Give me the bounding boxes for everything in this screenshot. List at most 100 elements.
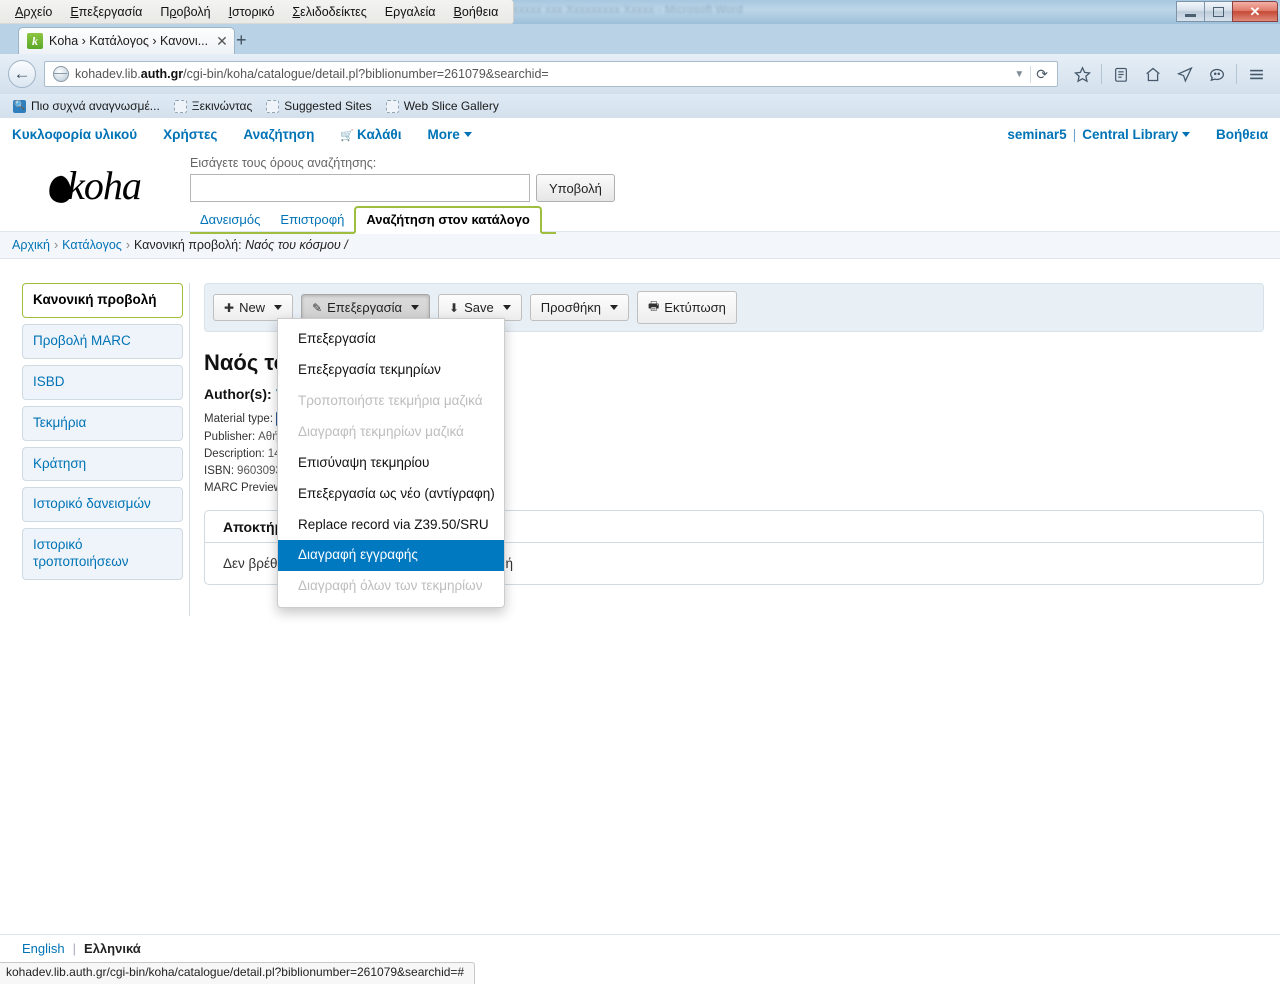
menu-replace-record-z3950[interactable]: Replace record via Z39.50/SRU (278, 510, 504, 541)
sidebar-item-holds[interactable]: Κράτηση (22, 446, 183, 482)
breadcrumb: Αρχική › Κατάλογος › Κανονική προβολή: Ναός … (0, 231, 1280, 259)
bookmark-most-visited[interactable]: Πιο συχνά αναγνωσμέ... (6, 99, 167, 113)
language-footer: English | Ελληνικά (0, 934, 1280, 962)
tab-checkout[interactable]: Δανεισμός (190, 208, 270, 232)
cart-icon: 🛒 (340, 129, 355, 142)
search-input[interactable] (190, 174, 530, 202)
bookmark-icon (266, 99, 280, 113)
new-button[interactable]: ✚ New (213, 294, 294, 321)
sidebar-item-checkout-history[interactable]: Ιστορικό δανεισμών (22, 487, 183, 523)
chevron-down-icon (274, 305, 283, 310)
menu-delete-record[interactable]: Διαγραφή εγγραφής (278, 540, 504, 572)
bookmark-getting-started[interactable]: Ξεκινώντας (167, 99, 259, 113)
edit-dropdown-menu: Επεξεργασία Επεξεργασία τεκμηρίων Τροποπ… (277, 318, 505, 609)
chevron-down-icon (411, 305, 420, 310)
tab-title: Koha › Κατάλογος › Κανονι... (49, 34, 209, 48)
tab-checkin[interactable]: Επιστροφή (270, 208, 354, 232)
menu-item-history[interactable]: Ιστορικό (220, 3, 284, 21)
close-window-button[interactable]: ✕ (1232, 1, 1278, 22)
search-row: Υποβολή (190, 174, 615, 202)
minimize-button[interactable] (1176, 1, 1205, 22)
edit-button[interactable]: ✎ Επεξεργασία (301, 294, 431, 321)
nav-circulation[interactable]: Κυκλοφορία υλικού (12, 127, 153, 142)
bookmark-label: Ξεκινώντας (191, 99, 253, 113)
chat-icon[interactable] (1201, 59, 1233, 89)
new-tab-button[interactable]: + (236, 31, 247, 49)
sidebar-item-items[interactable]: Τεκμήρια (22, 405, 183, 441)
menu-item-view[interactable]: Προβολή (151, 3, 219, 21)
language-english[interactable]: English (22, 941, 65, 956)
search-label: Εισάγετε τους όρους αναζήτησης: (190, 156, 377, 170)
send-icon[interactable] (1169, 59, 1201, 89)
window-controls: ✕ (1176, 1, 1278, 22)
close-icon[interactable]: ✕ (216, 33, 228, 50)
koha-logo[interactable]: koha (0, 152, 190, 209)
menu-edit-record[interactable]: Επεξεργασία (278, 324, 504, 355)
nav-more[interactable]: More (427, 127, 487, 142)
sidebar-item-isbd[interactable]: ISBD (22, 364, 183, 400)
browser-tab-active[interactable]: k Koha › Κατάλογος › Κανονι... ✕ (18, 27, 235, 54)
page-body: Κανονική προβολή Προβολή MARC ISBD Τεκμή… (0, 259, 1280, 616)
menu-icon[interactable] (1240, 59, 1272, 89)
breadcrumb-catalog[interactable]: Κατάλογος (62, 238, 122, 252)
back-button[interactable]: ← (8, 60, 36, 88)
divider: | (72, 941, 77, 956)
search-submit-button[interactable]: Υποβολή (536, 174, 615, 202)
breadcrumb-separator: › (54, 238, 59, 252)
url-text: kohadev.lib.auth.gr/cgi-bin/koha/catalog… (75, 67, 549, 81)
address-bar[interactable]: kohadev.lib.auth.gr/cgi-bin/koha/catalog… (44, 61, 1058, 87)
nav-patrons[interactable]: Χρήστες (163, 127, 233, 142)
menu-batch-modify-items: Τροποποιήστε τεκμήρια μαζικά (298, 392, 483, 408)
browser-status-bar: kohadev.lib.auth.gr/cgi-bin/koha/catalog… (0, 962, 476, 984)
pencil-icon: ✎ (312, 300, 323, 315)
menu-edit-as-new-duplicate[interactable]: Επεξεργασία ως νέο (αντίγραφη) (278, 479, 504, 510)
sidebar-item-modification-log[interactable]: Ιστορικό τροποποιήσεων (22, 528, 183, 580)
toolbar-icon-group (1066, 59, 1272, 89)
page-viewport: Κυκλοφορία υλικού Χρήστες Αναζήτηση 🛒 Καλ… (0, 118, 1280, 962)
bookmark-label: Suggested Sites (284, 99, 372, 113)
menu-item-bookmarks[interactable]: Σελιδοδείκτες (283, 3, 375, 21)
reload-icon[interactable]: ⟳ (1030, 65, 1053, 83)
bookmarks-toolbar: Πιο συχνά αναγνωσμέ... Ξεκινώντας Sugges… (0, 94, 1280, 118)
language-greek: Ελληνικά (84, 941, 141, 956)
menu-item-file[interactable]: Αρχείο (6, 3, 61, 21)
home-icon[interactable] (1137, 59, 1169, 89)
sidebar-item-normal-view[interactable]: Κανονική προβολή (22, 283, 183, 318)
star-icon[interactable] (1066, 59, 1098, 89)
bookmark-web-slice-gallery[interactable]: Web Slice Gallery (379, 99, 506, 113)
breadcrumb-record-title: Ναός του κόσμου / (245, 238, 348, 252)
menu-item-edit[interactable]: Επεξεργασία (61, 3, 151, 21)
sidebar-item-marc-view[interactable]: Προβολή MARC (22, 323, 183, 359)
user-name-link[interactable]: seminar5 (1007, 127, 1066, 142)
reading-list-icon[interactable] (1105, 59, 1137, 89)
koha-user-area: seminar5 | Central Library Βοήθεια (1007, 127, 1268, 142)
breadcrumb-separator: › (125, 238, 130, 252)
divider (1101, 64, 1102, 84)
breadcrumb-home[interactable]: Αρχική (12, 238, 50, 252)
print-button[interactable]: 🖶 Εκτύπωση (636, 291, 737, 324)
nav-search[interactable]: Αναζήτηση (243, 127, 330, 142)
menu-edit-items[interactable]: Επεξεργασία τεκμηρίων (278, 355, 504, 386)
chevron-down-icon (609, 305, 618, 310)
nav-cart[interactable]: 🛒 Καλάθι (340, 127, 417, 142)
download-icon: ⬇ (449, 300, 460, 315)
menu-item-tools[interactable]: Εργαλεία (376, 3, 445, 21)
printer-icon: 🖶 (647, 299, 660, 313)
maximize-restore-button[interactable] (1204, 1, 1233, 22)
help-link[interactable]: Βοήθεια (1216, 127, 1268, 142)
koha-top-navigation: Κυκλοφορία υλικού Χρήστες Αναζήτηση 🛒 Καλ… (0, 118, 1280, 146)
bookmark-suggested-sites[interactable]: Suggested Sites (259, 99, 378, 113)
branch-selector[interactable]: Central Library (1082, 127, 1191, 142)
menu-batch-delete-items: Διαγραφή τεκμηρίων μαζικά (298, 423, 464, 439)
menu-item-help[interactable]: Βοήθεια (445, 3, 508, 21)
menu-attach-item[interactable]: Επισύναψη τεκμηρίου (278, 448, 504, 479)
add-to-button[interactable]: Προσθήκη (529, 294, 629, 321)
tab-catalog-search[interactable]: Αναζήτηση στον κατάλογο (354, 206, 542, 234)
breadcrumb-current: Κανονική προβολή: (133, 238, 242, 252)
chevron-down-icon[interactable]: ▼ (1008, 69, 1030, 80)
browser-navigation-toolbar: ← kohadev.lib.auth.gr/cgi-bin/koha/catal… (0, 54, 1280, 94)
save-button[interactable]: ⬇ Save (438, 294, 522, 321)
most-visited-icon (13, 99, 26, 113)
record-sidebar: Κανονική προβολή Προβολή MARC ISBD Τεκμή… (0, 283, 190, 616)
chevron-down-icon (463, 132, 472, 138)
